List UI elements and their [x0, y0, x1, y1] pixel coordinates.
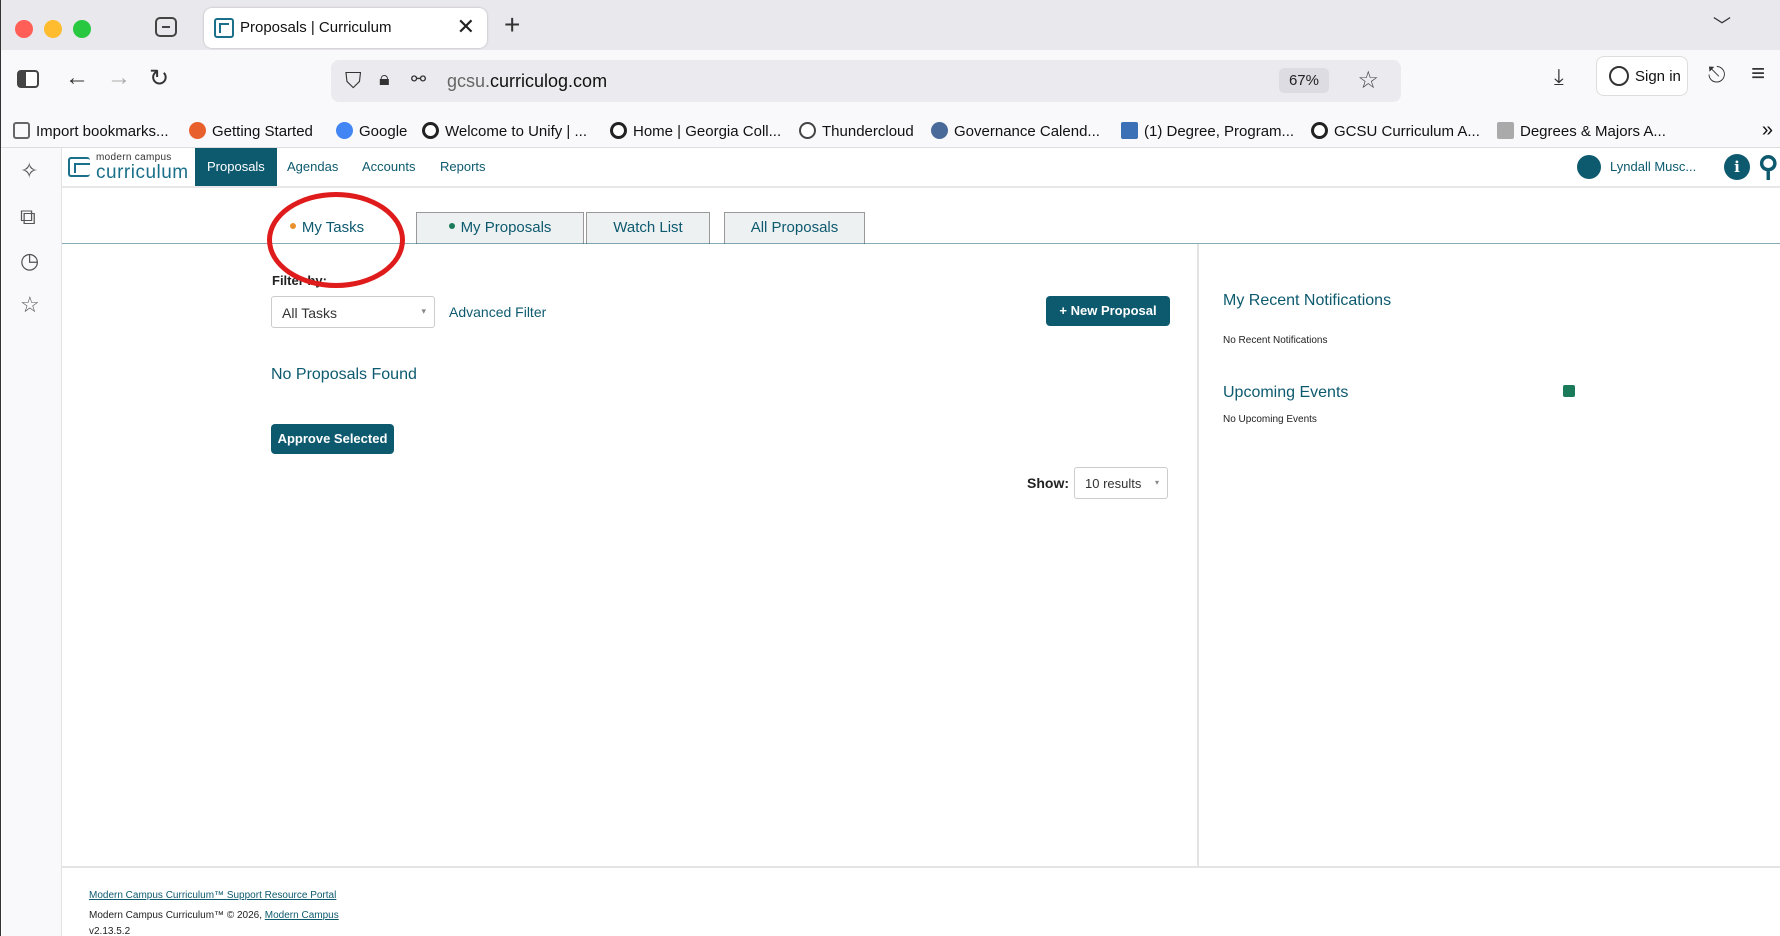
- address-bar[interactable]: ⛉ 🔒︎ ⚯ gcsu.curriculog.com 67% ☆: [331, 60, 1401, 102]
- bookmarks-star-icon[interactable]: ☆: [20, 292, 40, 318]
- calendar-icon[interactable]: [1563, 385, 1575, 397]
- no-events-text: No Upcoming Events: [1223, 414, 1317, 425]
- history-clock-icon[interactable]: ◷: [20, 248, 39, 274]
- extensions-icon[interactable]: ⎋: [1708, 62, 1725, 88]
- url-text[interactable]: gcsu.curriculog.com: [447, 71, 607, 92]
- upcoming-events-title: Upcoming Events: [1223, 384, 1349, 401]
- user-name[interactable]: Lyndall Musc...: [1610, 159, 1696, 174]
- account-icon: [1609, 66, 1629, 86]
- browser-tab-active[interactable]: Proposals | Curriculum ✕: [204, 8, 487, 48]
- bookmark-item[interactable]: Google: [336, 122, 407, 140]
- bookmarks-overflow-icon[interactable]: »: [1762, 119, 1773, 142]
- tab-watch-list[interactable]: Watch List: [586, 212, 710, 244]
- tracking-shield-icon[interactable]: ⛉: [345, 68, 362, 94]
- degrees-icon: [1497, 122, 1514, 139]
- import-icon: [13, 122, 30, 139]
- search-icon[interactable]: ⚲: [1758, 150, 1779, 183]
- hamburger-menu-icon[interactable]: ≡: [1751, 60, 1765, 88]
- bookmark-item[interactable]: Import bookmarks...: [13, 122, 169, 140]
- footer-divider: [62, 866, 1780, 868]
- copyright-line: Modern Campus Curriculum™ © 2026, Modern…: [89, 910, 339, 921]
- approve-selected-button[interactable]: Approve Selected: [271, 424, 394, 454]
- recent-notifications-title: My Recent Notifications: [1223, 292, 1392, 309]
- browser-window: Proposals | Curriculum ✕ + ﹀ ← → ↻ ⛉ 🔒︎ …: [0, 0, 1780, 936]
- browser-sidebar: ✧ ⧉ ◷ ☆: [2, 148, 62, 936]
- copyright-text: Modern Campus Curriculum™ © 2026,: [89, 910, 265, 921]
- support-portal-link[interactable]: Modern Campus Curriculum™ Support Resour…: [89, 890, 336, 901]
- task-filter-select[interactable]: All Tasks ▾: [271, 296, 435, 328]
- globe-icon: [799, 122, 816, 139]
- tab-overflow-chevron-icon[interactable]: ﹀: [1713, 12, 1731, 38]
- show-label: Show:: [1027, 475, 1069, 491]
- task-filter-value: All Tasks: [282, 305, 337, 321]
- close-tab-icon[interactable]: ✕: [457, 14, 475, 40]
- version-text: v2.13.5.2: [89, 926, 131, 936]
- minimize-window-button[interactable]: [44, 20, 62, 38]
- lock-icon[interactable]: 🔒︎: [379, 68, 390, 91]
- my-proposals-dot: [448, 223, 455, 229]
- browser-tab-strip: Proposals | Curriculum ✕ + ﹀: [1, 0, 1780, 50]
- new-tab-button[interactable]: +: [504, 9, 520, 41]
- firefox-icon: [189, 122, 206, 139]
- bookmark-item[interactable]: Governance Calend...: [931, 122, 1100, 140]
- bookmark-item[interactable]: GCSU Curriculum A...: [1311, 122, 1480, 140]
- degree-icon: [1121, 122, 1138, 139]
- gcsu-icon: [1311, 122, 1328, 139]
- modern-campus-link[interactable]: Modern Campus: [265, 910, 339, 921]
- reload-icon[interactable]: ↻: [149, 64, 169, 93]
- download-icon[interactable]: ⤓: [1554, 64, 1564, 90]
- advanced-filter-link[interactable]: Advanced Filter: [449, 304, 546, 320]
- zoom-level-badge[interactable]: 67%: [1278, 68, 1329, 93]
- browser-navbar: ← → ↻ ⛉ 🔒︎ ⚯ gcsu.curriculog.com 67% ☆ ⤓…: [1, 50, 1780, 114]
- maximize-window-button[interactable]: [73, 20, 91, 38]
- tab-all-proposals[interactable]: All Proposals: [724, 212, 865, 244]
- tab-list-icon[interactable]: [155, 17, 177, 37]
- google-icon: [336, 122, 353, 139]
- bookmarks-bar: Import bookmarks... Getting Started Goog…: [1, 114, 1780, 148]
- logo-title[interactable]: curriculum: [96, 162, 189, 184]
- nav-accounts[interactable]: Accounts: [350, 148, 427, 186]
- bookmark-item[interactable]: (1) Degree, Program...: [1121, 122, 1294, 140]
- sidebar-toggle-icon[interactable]: [17, 70, 39, 88]
- bookmark-item[interactable]: Thundercloud: [799, 122, 914, 140]
- governance-icon: [931, 122, 948, 139]
- sign-in-label: Sign in: [1635, 68, 1681, 85]
- nav-reports[interactable]: Reports: [428, 148, 498, 186]
- new-proposal-button[interactable]: + New Proposal: [1046, 296, 1170, 326]
- user-avatar-icon[interactable]: [1577, 155, 1601, 179]
- red-annotation-circle: [267, 192, 405, 288]
- georgia-college-icon: [610, 122, 627, 139]
- bookmark-item[interactable]: Getting Started: [189, 122, 313, 140]
- info-icon[interactable]: i: [1724, 154, 1750, 180]
- app-header: modern campus curriculum Proposals Agend…: [62, 148, 1780, 188]
- nav-proposals[interactable]: Proposals: [195, 148, 277, 186]
- back-arrow-icon[interactable]: ←: [65, 64, 89, 92]
- curriculum-favicon-icon: [214, 18, 234, 38]
- results-per-page-value: 10 results: [1085, 476, 1142, 491]
- forward-arrow-icon[interactable]: →: [107, 64, 131, 92]
- curriculum-logo-icon[interactable]: [68, 157, 90, 177]
- unify-icon: [422, 122, 439, 139]
- no-notifications-text: No Recent Notifications: [1223, 335, 1328, 346]
- synced-tabs-icon[interactable]: ⧉: [20, 204, 36, 230]
- sign-in-button[interactable]: Sign in: [1596, 56, 1688, 96]
- bookmark-star-icon[interactable]: ☆: [1357, 66, 1379, 95]
- nav-agendas[interactable]: Agendas: [275, 148, 350, 186]
- results-per-page-select[interactable]: 10 results ▾: [1074, 467, 1168, 499]
- column-divider: [1197, 244, 1199, 866]
- browser-tab-title: Proposals | Curriculum: [240, 19, 392, 36]
- ai-sparkle-icon[interactable]: ✧: [20, 158, 38, 184]
- bookmark-item[interactable]: Home | Georgia Coll...: [610, 122, 781, 140]
- caret-down-icon: ▾: [1154, 478, 1159, 487]
- no-proposals-message: No Proposals Found: [271, 366, 417, 383]
- caret-down-icon: ▾: [421, 306, 426, 316]
- bookmark-item[interactable]: Welcome to Unify | ...: [422, 122, 587, 140]
- permissions-icon[interactable]: ⚯: [411, 69, 426, 90]
- close-window-button[interactable]: [15, 20, 33, 38]
- bookmark-item[interactable]: Degrees & Majors A...: [1497, 122, 1666, 140]
- tab-my-proposals[interactable]: My Proposals: [416, 212, 584, 244]
